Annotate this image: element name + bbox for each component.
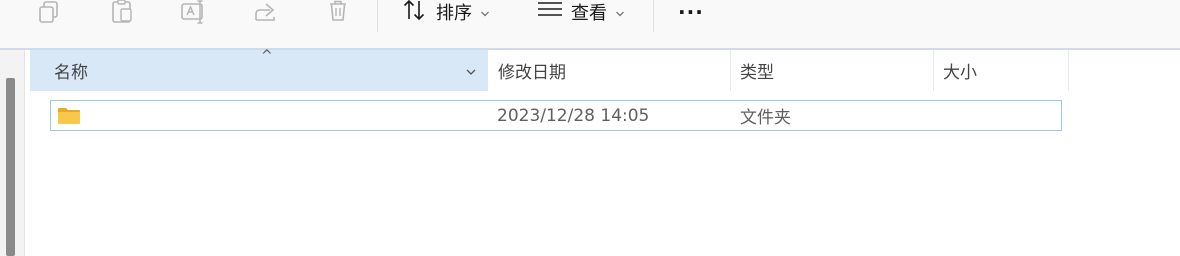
column-header-size[interactable]: 大小 <box>934 50 1069 91</box>
file-type-cell: 文件夹 <box>740 108 791 128</box>
column-header-date-modified[interactable]: 修改日期 <box>488 50 731 91</box>
more-options-icon: ··· <box>678 0 704 24</box>
chevron-down-icon <box>615 2 625 23</box>
delete-icon[interactable] <box>325 0 353 24</box>
sort-label: 排序 <box>436 3 472 24</box>
navigation-scrollbar[interactable] <box>6 78 15 256</box>
toolbar-separator <box>653 0 654 32</box>
column-type-label: 类型 <box>740 63 774 83</box>
sort-icon <box>402 0 428 27</box>
column-header-type[interactable]: 类型 <box>731 50 934 91</box>
column-header-name[interactable]: 名称 ^ <box>30 48 488 91</box>
column-date-label: 修改日期 <box>498 63 566 83</box>
paste-icon[interactable] <box>109 0 137 24</box>
copy-icon[interactable] <box>37 0 65 24</box>
sort-ascending-icon: ^ <box>261 48 273 64</box>
view-button[interactable]: 查看 <box>537 0 625 24</box>
column-name-label: 名称 <box>54 63 88 83</box>
sort-button[interactable]: 排序 <box>402 0 490 24</box>
share-icon[interactable] <box>253 0 281 24</box>
chevron-down-icon <box>480 2 490 23</box>
column-dropdown-icon[interactable] <box>465 62 477 82</box>
toolbar-separator <box>377 0 378 32</box>
rename-icon[interactable] <box>180 0 208 24</box>
view-label: 查看 <box>571 3 607 24</box>
pane-divider[interactable] <box>24 50 25 256</box>
column-size-label: 大小 <box>943 63 977 83</box>
folder-icon <box>57 107 81 129</box>
file-row[interactable]: 2023/12/28 14:05 文件夹 <box>50 100 1062 131</box>
file-date-cell: 2023/12/28 14:05 <box>497 105 650 126</box>
more-options-button[interactable]: ··· <box>678 0 704 24</box>
command-bar: 排序 查看 ··· <box>0 0 1180 48</box>
view-list-icon <box>537 0 563 27</box>
